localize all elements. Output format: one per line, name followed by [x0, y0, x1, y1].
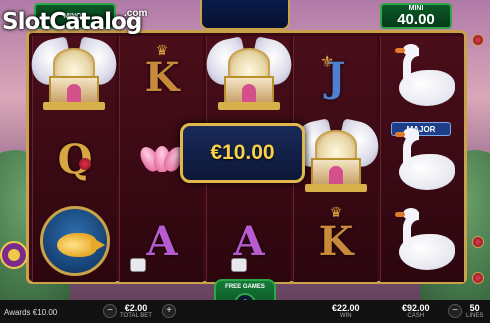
awards-text: Awards €10.00: [4, 308, 58, 317]
crown-icon: ♛: [155, 42, 169, 58]
game-logo: [0, 225, 30, 295]
watermark-text: SlotCatalog: [2, 9, 142, 35]
lines-value: 50: [469, 303, 480, 313]
win-display: €22.00 WIN: [332, 303, 360, 320]
koi-fish-symbol: [40, 206, 110, 276]
payline-marker: [472, 272, 484, 284]
win-amount: €10.00: [210, 141, 275, 164]
swan-head: [403, 208, 419, 220]
a-symbol: A: [146, 217, 178, 265]
dice-icon: [231, 258, 247, 272]
major-jackpot-plaque: [200, 0, 290, 30]
temple-dome-symbol: [201, 36, 297, 120]
dome-door: [242, 84, 256, 104]
rose-icon: [79, 158, 91, 170]
reel-1-cell-2: Q: [33, 118, 117, 200]
watermark-logo: SlotCatalog .com: [0, 0, 147, 40]
total-bet-label: TOTAL BET: [120, 313, 152, 319]
mini-jackpot: MINI 40.00: [380, 3, 452, 29]
dome-plinth: [43, 102, 105, 110]
win-value: €22.00: [332, 303, 360, 313]
reel-4-cell-1: ⚜ J: [294, 36, 378, 118]
lotus-symbol: [136, 142, 188, 176]
reel-4-cell-2: [288, 118, 384, 202]
total-bet-display: €2.00 TOTAL BET: [120, 303, 152, 320]
free-games-label: FREE GAMES: [225, 284, 265, 290]
swan-beak: [395, 132, 405, 137]
reel-1: Q: [26, 36, 122, 282]
temple-dome-symbol: [288, 118, 384, 202]
reel-4-cell-3: ♛ K: [294, 200, 378, 282]
reel-5-cell-2: MAJOR: [381, 118, 465, 200]
dome-roof: [53, 48, 95, 78]
watermark-suffix: .com: [124, 8, 148, 19]
temple-dome-symbol: [26, 36, 122, 120]
fleur-de-lis-icon: ⚜: [320, 54, 335, 71]
reel-1-cell-3: [33, 200, 117, 282]
lines-display: 50 LINES: [466, 303, 483, 320]
reel-3-cell-3: A: [207, 200, 291, 282]
reel-3-cell-1: [201, 36, 297, 120]
payline-marker: [472, 236, 484, 248]
crown-icon: ♛: [329, 204, 343, 220]
dome-plinth: [305, 184, 367, 192]
fish-tail: [91, 237, 105, 253]
bet-decrease-button[interactable]: −: [103, 304, 117, 318]
lines-label: LINES: [466, 313, 484, 319]
bet-increase-button[interactable]: +: [162, 304, 176, 318]
reel-1-cell-1: [26, 36, 122, 120]
dome-door: [67, 84, 81, 104]
swan-beak: [395, 212, 405, 217]
swan-symbol: [389, 206, 459, 276]
cash-value: €92.00: [402, 303, 430, 313]
reel-2-cell-3: A: [120, 200, 204, 282]
win-label: WIN: [339, 313, 352, 319]
k-symbol: K: [318, 217, 354, 265]
mini-jackpot-value: 40.00: [397, 11, 435, 28]
bottom-bar: Awards €10.00 − €2.00 TOTAL BET + €22.00…: [0, 300, 490, 323]
cash-label: CASH: [407, 313, 425, 319]
reel-5-cell-3: [381, 200, 465, 282]
dome-roof: [315, 130, 357, 160]
swan-symbol: [389, 42, 459, 112]
dice-icon: [130, 258, 146, 272]
dome-roof: [228, 48, 270, 78]
lines-decrease-button[interactable]: −: [448, 304, 462, 318]
swan-head: [403, 128, 419, 140]
reel-5: MAJOR: [380, 36, 464, 282]
total-bet-value: €2.00: [124, 303, 148, 313]
payline-marker: [472, 34, 484, 46]
swan-beak: [395, 48, 405, 53]
swan-head: [403, 44, 419, 56]
game-logo-emblem: [0, 241, 28, 269]
game-scene: MINOR MINI 40.00 Q ♛ K A A ⚜ J ♛ K MAJOR…: [0, 0, 490, 323]
dome-door: [329, 166, 343, 186]
reel-5-cell-1: [381, 36, 465, 118]
swan-symbol: [389, 126, 459, 196]
cash-display: €92.00 CASH: [402, 303, 430, 320]
reel-4: ⚜ J ♛ K: [288, 36, 384, 282]
k-symbol: K: [144, 53, 180, 101]
dome-plinth: [218, 102, 280, 110]
reel-2-cell-1: ♛ K: [120, 36, 204, 118]
win-amount-panel: €10.00: [180, 123, 305, 183]
